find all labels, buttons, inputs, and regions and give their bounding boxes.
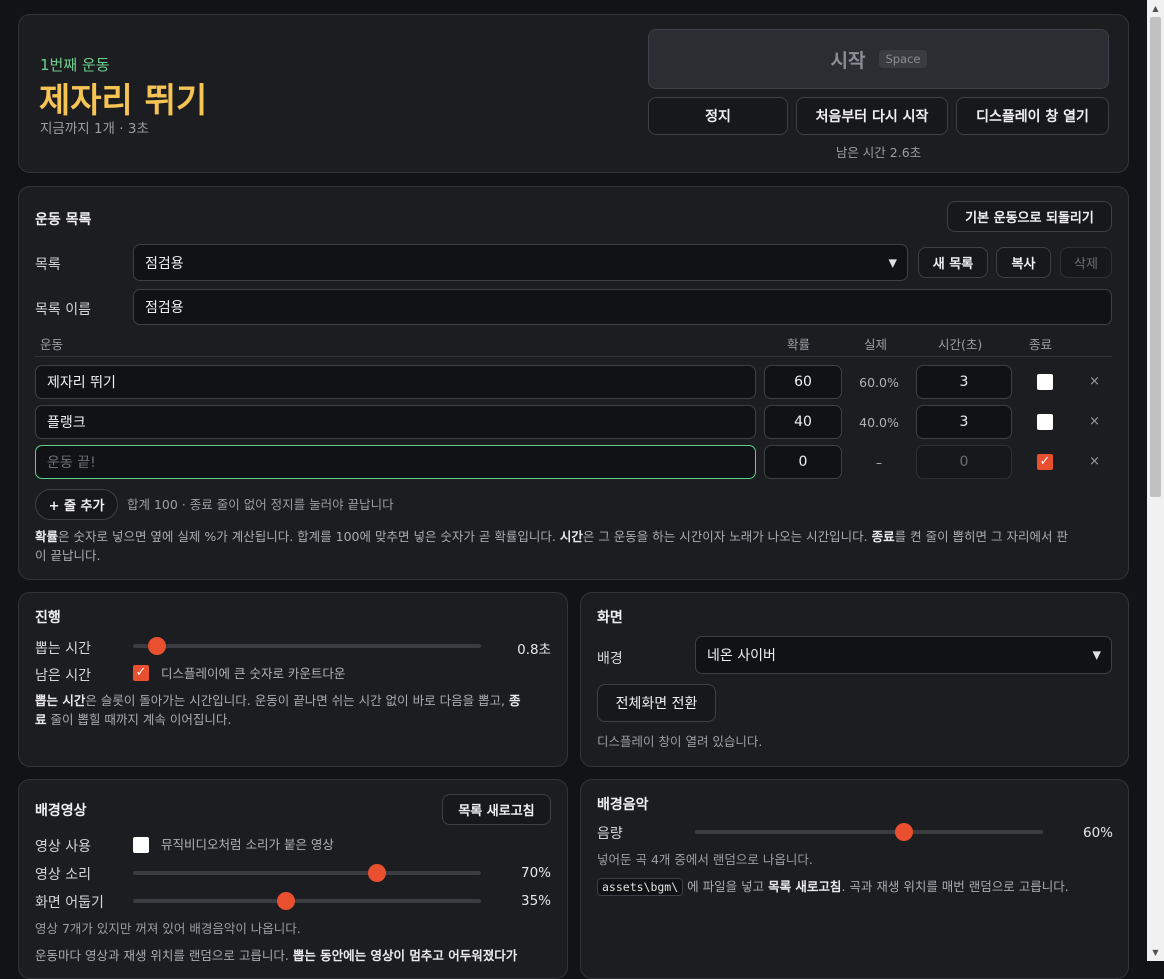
bgm-path: assets\bgm\ <box>597 878 684 896</box>
restart-button[interactable]: 처음부터 다시 시작 <box>796 97 948 135</box>
current-exercise-title: 제자리 뛰기 <box>39 81 208 121</box>
video-sound-slider[interactable] <box>133 864 481 882</box>
exercise-list-title: 운동 목록 <box>35 212 92 228</box>
volume-label: 음량 <box>597 826 623 842</box>
volume-value: 60% <box>1082 825 1113 841</box>
countdown-text: 디스플레이에 큰 숫자로 카운트다운 <box>161 666 346 681</box>
table-header-divider <box>35 356 1112 357</box>
chevron-down-icon: ▼ <box>1092 648 1101 662</box>
list-name-input[interactable]: 점검용 <box>133 289 1112 325</box>
music-status: 넣어둔 곡 4개 중에서 랜덤으로 나옵니다. <box>597 852 813 867</box>
space-hotkey-badge: Space <box>879 50 927 68</box>
dim-label: 화면 어둡기 <box>35 895 104 911</box>
open-display-button[interactable]: 디스플레이 창 열기 <box>956 97 1109 135</box>
chevron-down-icon: ▼ <box>888 256 897 269</box>
screen-title: 화면 <box>597 610 623 626</box>
slider-thumb[interactable] <box>367 864 386 882</box>
slider-thumb[interactable] <box>148 637 167 655</box>
video-note: 운동마다 영상과 재생 위치를 랜덤으로 고릅니다. 뽑는 동안에는 영상이 멈… <box>35 948 518 963</box>
video-status: 영상 7개가 있지만 꺼져 있어 배경음악이 나옵니다. <box>35 921 301 936</box>
exercise-name-input[interactable]: 운동 끝! <box>35 445 756 479</box>
progress-note: 뽑는 시간은 슬롯이 돌아가는 시간입니다. 운동이 끝나면 쉬는 시간 없이 … <box>35 693 521 727</box>
music-note: assets\bgm\ 에 파일을 넣고 목록 새로고침. 곡과 재생 위치를 … <box>597 877 1117 897</box>
list-select[interactable]: 점검용 ▼ <box>133 244 908 281</box>
video-use-text: 뮤직비디오처럼 소리가 붙은 영상 <box>161 837 334 852</box>
list-label: 목록 <box>35 257 61 273</box>
new-list-button[interactable]: 새 목록 <box>918 247 988 278</box>
slider-thumb[interactable] <box>894 823 913 841</box>
fullscreen-toggle-button[interactable]: 전체화면 전환 <box>597 684 716 722</box>
col-probability: 확률 <box>787 337 811 352</box>
probability-input[interactable]: 0 <box>764 445 842 479</box>
list-help-text: 확률은 숫자로 넣으면 옆에 실제 %가 계산됩니다. 합계를 100에 맞추면… <box>35 529 1068 563</box>
remove-row-icon[interactable]: × <box>1089 374 1100 389</box>
header-panel: 1번째 운동 제자리 뛰기 지금까지 1개 · 3초 시작 Space 정지 처… <box>18 14 1129 173</box>
col-actual: 실제 <box>864 337 888 352</box>
actual-percent: – <box>875 455 883 470</box>
remove-row-icon[interactable]: × <box>1089 454 1100 469</box>
music-title: 배경음악 <box>597 797 649 813</box>
sum-status: 합계 100 · 종료 줄이 없어 정지를 눌러야 끝납니다 <box>127 497 394 512</box>
col-exercise: 운동 <box>40 337 64 352</box>
video-use-checkbox[interactable] <box>133 837 149 853</box>
scroll-up-icon[interactable]: ▲ <box>1147 0 1164 17</box>
start-label: 시작 <box>830 49 866 72</box>
scroll-down-icon[interactable]: ▼ <box>1147 944 1164 961</box>
screen-panel: 화면 배경 네온 사이버 ▼ 전체화면 전환 디스플레이 창이 열려 있습니다. <box>580 592 1129 767</box>
remaining-time: 남은 시간 2.6초 <box>835 145 922 160</box>
video-sound-value: 70% <box>520 865 551 881</box>
stop-button[interactable]: 정지 <box>648 97 788 135</box>
remain-time-label: 남은 시간 <box>35 668 91 684</box>
exercise-list-panel: 운동 목록 기본 운동으로 되돌리기 목록 점검용 ▼ 새 목록 복사 삭제 목… <box>18 186 1129 580</box>
actual-percent: 40.0% <box>859 415 899 430</box>
col-time: 시간(초) <box>938 337 983 352</box>
reset-defaults-button[interactable]: 기본 운동으로 되돌리기 <box>947 201 1112 232</box>
col-end: 종료 <box>1029 337 1053 352</box>
exercise-name-input[interactable]: 플랭크 <box>35 405 756 439</box>
probability-input[interactable]: 60 <box>764 365 842 399</box>
end-checkbox-checked[interactable]: ✓ <box>1037 454 1053 470</box>
list-name-label: 목록 이름 <box>35 302 91 318</box>
slider-thumb[interactable] <box>277 892 296 910</box>
add-row-button[interactable]: + 줄 추가 <box>35 489 118 520</box>
countdown-checkbox-checked[interactable]: ✓ <box>133 665 149 681</box>
display-status: 디스플레이 창이 열려 있습니다. <box>597 734 763 749</box>
exercise-order-label: 1번째 운동 <box>40 56 110 74</box>
background-label: 배경 <box>597 651 623 667</box>
actual-percent: 60.0% <box>859 375 899 390</box>
start-button[interactable]: 시작 Space <box>648 29 1109 89</box>
time-input[interactable]: 3 <box>916 365 1012 399</box>
draw-time-label: 뽑는 시간 <box>35 641 91 657</box>
volume-slider[interactable] <box>695 823 1043 841</box>
video-use-label: 영상 사용 <box>35 839 91 855</box>
music-panel: 배경음악 음량 60% 넣어둔 곡 4개 중에서 랜덤으로 나옵니다. asse… <box>580 779 1129 979</box>
scrollbar-thumb[interactable] <box>1150 17 1161 497</box>
refresh-list-button[interactable]: 목록 새로고침 <box>442 794 551 825</box>
time-input[interactable]: 0 <box>916 445 1012 479</box>
background-select-value: 네온 사이버 <box>707 648 776 664</box>
dim-slider[interactable] <box>133 892 481 910</box>
video-title: 배경영상 <box>35 803 87 819</box>
draw-time-slider[interactable] <box>133 637 481 655</box>
video-sound-label: 영상 소리 <box>35 867 91 883</box>
page-scrollbar[interactable]: ▲ ▼ <box>1147 0 1164 961</box>
copy-list-button[interactable]: 복사 <box>996 247 1051 278</box>
progress-panel: 진행 뽑는 시간 0.8초 남은 시간 ✓ 디스플레이에 큰 숫자로 카운트다운… <box>18 592 568 767</box>
list-select-value: 점검용 <box>145 255 184 272</box>
draw-time-value: 0.8초 <box>517 642 551 658</box>
background-select[interactable]: 네온 사이버 ▼ <box>695 636 1112 674</box>
dim-value: 35% <box>520 893 551 909</box>
probability-input[interactable]: 40 <box>764 405 842 439</box>
delete-list-button[interactable]: 삭제 <box>1060 247 1112 278</box>
progress-title: 진행 <box>35 610 61 626</box>
remove-row-icon[interactable]: × <box>1089 414 1100 429</box>
end-checkbox[interactable] <box>1037 414 1053 430</box>
progress-summary: 지금까지 1개 · 3초 <box>40 121 149 137</box>
time-input[interactable]: 3 <box>916 405 1012 439</box>
exercise-name-input[interactable]: 제자리 뛰기 <box>35 365 756 399</box>
video-panel: 배경영상 목록 새로고침 영상 사용 뮤직비디오처럼 소리가 붙은 영상 영상 … <box>18 779 568 979</box>
end-checkbox[interactable] <box>1037 374 1053 390</box>
